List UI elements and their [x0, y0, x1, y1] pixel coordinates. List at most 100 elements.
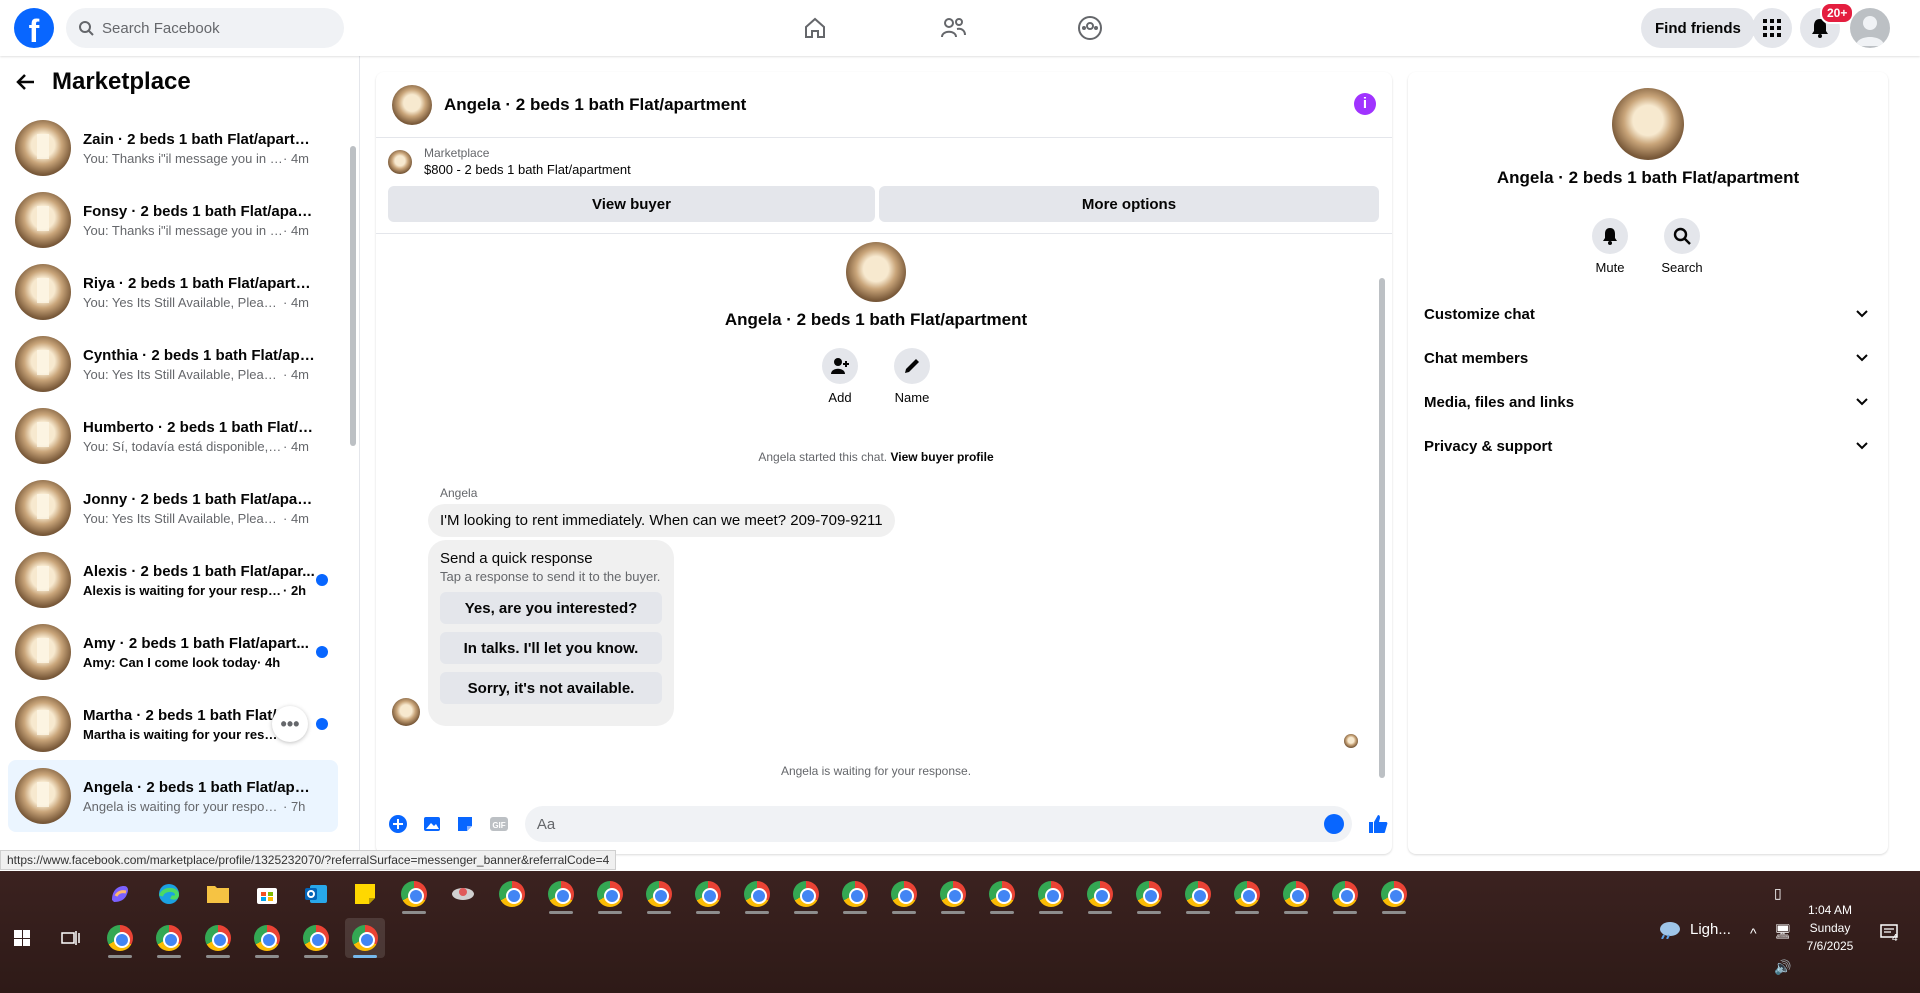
chrome-profile-icon[interactable] [884, 874, 924, 914]
file-explorer-icon[interactable] [198, 874, 238, 914]
waiting-note: Angela is waiting for your response. [780, 764, 972, 778]
name-action[interactable]: Name [882, 348, 942, 405]
listing-thumbnail [388, 149, 412, 174]
banner-listing-price[interactable]: $800 - 2 beds 1 bath Flat/apartment [424, 162, 631, 177]
quick-response-button[interactable]: Yes, are you interested? [440, 592, 662, 624]
conversation-item[interactable]: Fonsy · 2 beds 1 bath Flat/apart... You:… [8, 184, 338, 256]
info-icon[interactable]: i [1354, 93, 1376, 115]
facebook-logo-icon[interactable]: f [14, 8, 54, 48]
thumbs-up-icon[interactable] [1364, 810, 1392, 838]
conversation-item[interactable]: Cynthia · 2 beds 1 bath Flat/apar... You… [8, 328, 338, 400]
chevron-down-icon [1856, 398, 1868, 406]
chrome-profile-icon[interactable] [541, 874, 581, 914]
media-files-links-section[interactable]: Media, files and links [1424, 380, 1872, 424]
chrome-profile-icon[interactable] [1374, 874, 1414, 914]
chrome-profile-icon[interactable] [394, 874, 434, 914]
conversation-item[interactable]: Alexis · 2 beds 1 bath Flat/apar... Alex… [8, 544, 338, 616]
chat-members-section[interactable]: Chat members [1424, 336, 1872, 380]
chrome-profile-icon[interactable] [1080, 874, 1120, 914]
chrome-profile-icon[interactable] [198, 918, 238, 958]
conversation-item[interactable]: Amy · 2 beds 1 bath Flat/apart... Amy: C… [8, 616, 338, 688]
chat-panel: Angela · 2 beds 1 bath Flat/apartment i … [376, 72, 1392, 854]
chrome-profile-icon[interactable] [1178, 874, 1218, 914]
quick-response-button[interactable]: In talks. I'll let you know. [440, 632, 662, 664]
chat-info-panel: Angela · 2 beds 1 bath Flat/apartment Mu… [1408, 72, 1888, 854]
chrome-profile-icon-active[interactable] [345, 918, 385, 958]
conversation-snippet: You: Yes Its Still Available, Please S..… [83, 510, 283, 526]
privacy-support-section[interactable]: Privacy & support [1424, 424, 1872, 468]
conversation-item[interactable]: Zain · 2 beds 1 bath Flat/apartm... You:… [8, 112, 338, 184]
chrome-profile-icon[interactable] [688, 874, 728, 914]
app-icon[interactable] [443, 874, 483, 914]
conversation-item[interactable]: Riya · 2 beds 1 bath Flat/apartm... You:… [8, 256, 338, 328]
conversation-time: · 2h [283, 582, 307, 598]
photo-icon[interactable] [418, 810, 446, 838]
chrome-profile-icon[interactable] [1276, 874, 1316, 914]
mute-button[interactable]: Mute [1580, 218, 1640, 275]
chrome-profile-icon[interactable] [786, 874, 826, 914]
task-view-icon[interactable] [51, 918, 91, 958]
notifications-bell-icon[interactable]: 20+ [1800, 2, 1855, 48]
search-facebook-input[interactable]: Search Facebook [66, 8, 344, 48]
view-buyer-profile-link[interactable]: View buyer profile [890, 450, 993, 464]
chat-avatar[interactable] [392, 84, 432, 125]
chat-scrollbar[interactable] [1379, 278, 1385, 778]
notification-center-icon[interactable]: 4 [1880, 923, 1898, 944]
gif-icon[interactable]: GIF [485, 810, 513, 838]
chrome-profile-icon[interactable] [982, 874, 1022, 914]
conversation-item[interactable]: Jonny · 2 beds 1 bath Flat/apart... You:… [8, 472, 338, 544]
groups-icon[interactable] [1070, 8, 1110, 48]
copilot-icon[interactable] [100, 874, 140, 914]
conversation-item[interactable]: Martha · 2 beds 1 bath Flat/a... Martha … [8, 688, 338, 760]
message-input[interactable]: Aa [524, 806, 1353, 842]
conversation-item[interactable]: Humberto · 2 beds 1 bath Flat/a... You: … [8, 400, 338, 472]
outlook-icon[interactable] [296, 874, 336, 914]
chevron-up-icon[interactable]: ^ [1750, 925, 1757, 941]
conversation-title: Fonsy · 2 beds 1 bath Flat/apart... [83, 202, 318, 220]
conversation-item-active[interactable]: Angela · 2 beds 1 bath Flat/apart... Ang… [8, 760, 338, 832]
volume-icon[interactable]: 🔊 [1774, 959, 1791, 976]
microsoft-store-icon[interactable] [247, 874, 287, 914]
sidebar-title: Marketplace [52, 68, 191, 95]
edge-browser-icon[interactable] [149, 874, 189, 914]
chrome-profile-icon[interactable] [835, 874, 875, 914]
tablet-mode-icon[interactable]: ▯ [1774, 885, 1782, 902]
emoji-icon[interactable] [1324, 814, 1345, 834]
find-friends-button[interactable]: Find friends [1641, 8, 1755, 48]
customize-chat-section[interactable]: Customize chat [1424, 292, 1872, 336]
sidebar-scrollbar[interactable] [350, 146, 356, 446]
sticky-notes-icon[interactable] [345, 874, 385, 914]
chrome-profile-icon[interactable] [590, 874, 630, 914]
chrome-profile-icon[interactable] [737, 874, 777, 914]
chrome-profile-icon[interactable] [149, 918, 189, 958]
view-buyer-button[interactable]: View buyer [388, 186, 875, 222]
chrome-profile-icon[interactable] [1129, 874, 1169, 914]
windows-start-icon[interactable] [2, 918, 42, 958]
chrome-profile-icon[interactable] [933, 874, 973, 914]
chrome-profile-icon[interactable] [639, 874, 679, 914]
weather-text: Ligh... [1690, 920, 1731, 938]
menu-grid-icon[interactable] [1752, 8, 1792, 48]
account-avatar[interactable] [1850, 8, 1890, 48]
add-action[interactable]: Add [810, 348, 870, 405]
quick-response-button[interactable]: Sorry, it's not available. [440, 672, 662, 704]
search-in-chat-button[interactable]: Search [1652, 218, 1712, 275]
chrome-profile-icon[interactable] [247, 918, 287, 958]
more-options-icon[interactable]: ••• [272, 706, 308, 742]
taskbar-clock[interactable]: 1:04 AM Sunday 7/6/2025 [1790, 901, 1870, 955]
chrome-profile-icon[interactable] [100, 918, 140, 958]
home-icon[interactable] [795, 8, 835, 48]
chrome-profile-icon[interactable] [296, 918, 336, 958]
sticker-icon[interactable] [451, 810, 479, 838]
chrome-profile-icon[interactable] [1325, 874, 1365, 914]
friends-icon[interactable] [933, 8, 973, 48]
status-bar-url: https://www.facebook.com/marketplace/pro… [0, 850, 617, 870]
listing-thumbnail [15, 264, 71, 320]
chrome-profile-icon[interactable] [1227, 874, 1267, 914]
chrome-icon[interactable] [492, 874, 532, 914]
plus-circle-icon[interactable] [384, 810, 412, 838]
weather-widget[interactable]: Ligh... [1656, 919, 1731, 939]
more-options-button[interactable]: More options [879, 186, 1379, 222]
back-arrow-icon[interactable] [16, 72, 36, 92]
chrome-profile-icon[interactable] [1031, 874, 1071, 914]
